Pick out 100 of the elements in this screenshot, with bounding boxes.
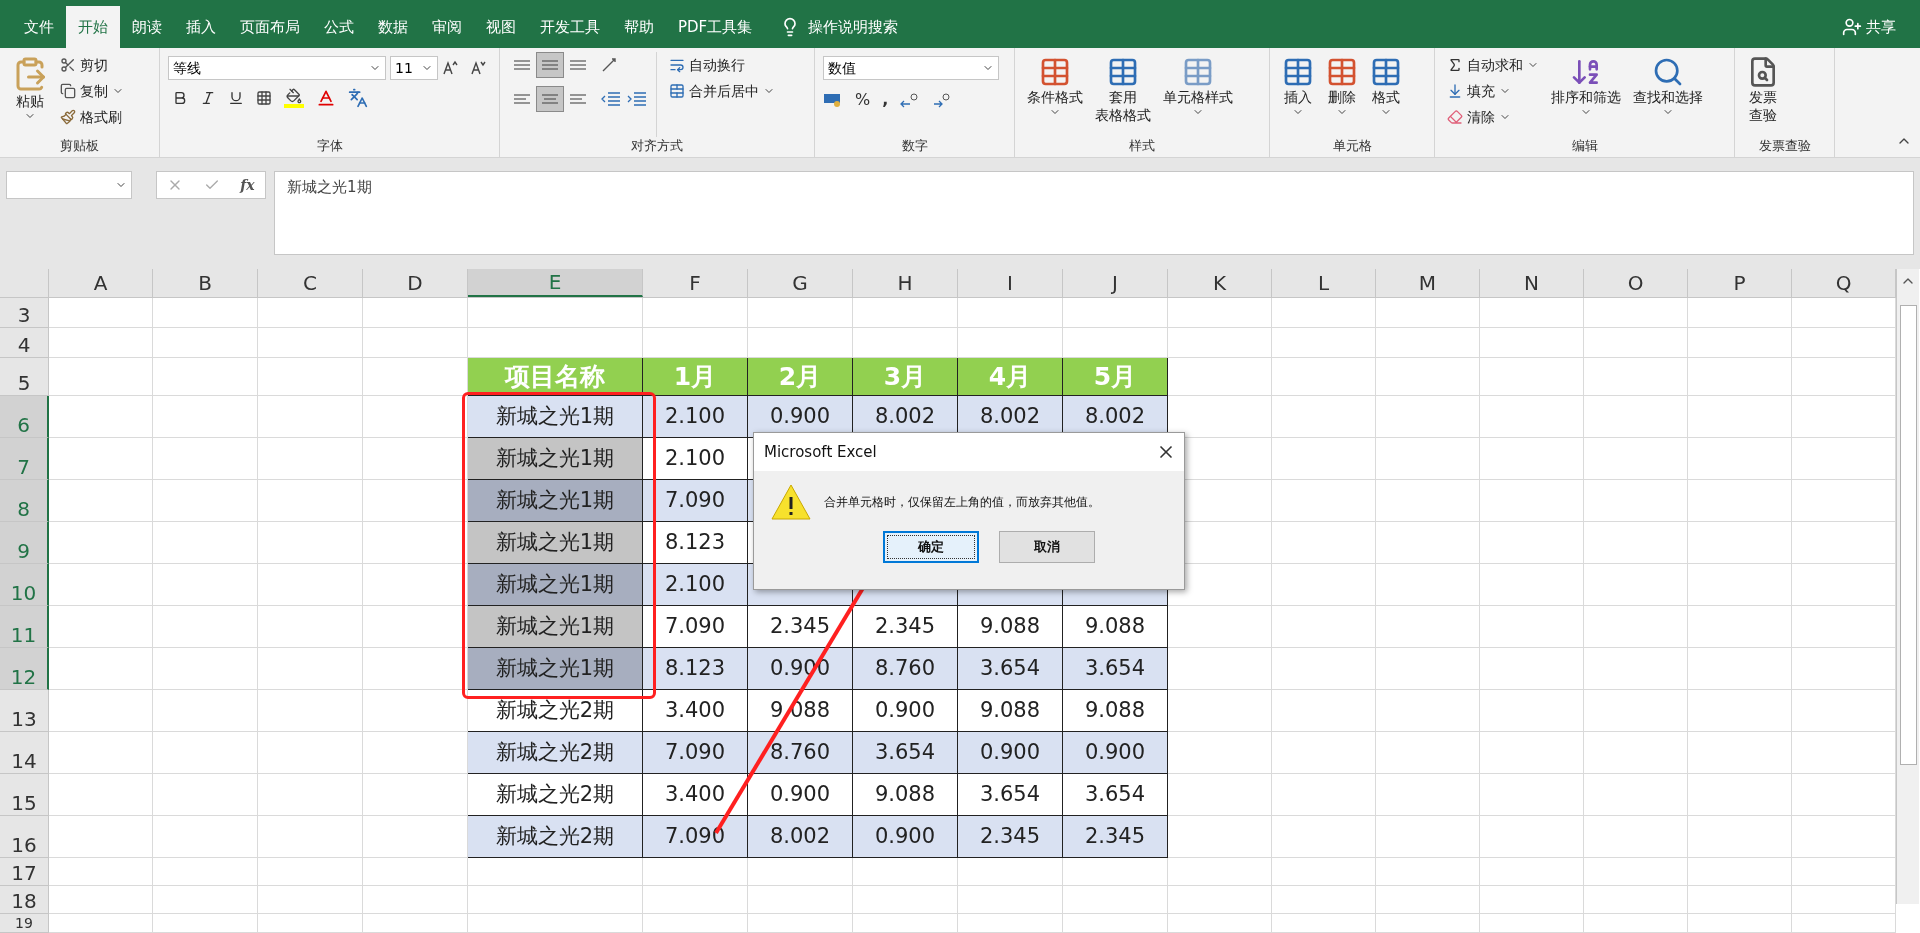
menu-tab[interactable]: 公式 <box>312 6 366 48</box>
menu-tab[interactable]: 朗读 <box>120 6 174 48</box>
column-header[interactable]: A <box>49 269 153 297</box>
merge-center-button[interactable]: 合并后居中 <box>665 78 779 104</box>
menu-tab[interactable]: 帮助 <box>612 6 666 48</box>
table-header-cell: 5月 <box>1063 358 1168 396</box>
table-cell: 2.345 <box>1063 816 1168 858</box>
column-header[interactable]: B <box>153 269 258 297</box>
phonetic-icon[interactable] <box>348 88 368 108</box>
share-button[interactable]: 共享 <box>1842 6 1896 48</box>
table-cell: 0.900 <box>853 690 958 732</box>
dialog-button[interactable]: 取消 <box>999 531 1095 563</box>
column-header[interactable]: M <box>1376 269 1480 297</box>
table-icon <box>1326 56 1358 88</box>
paste-button[interactable]: 粘贴 <box>8 52 52 137</box>
number-format-field[interactable]: 数值 <box>823 56 999 80</box>
format-painter-button[interactable]: 格式刷 <box>56 104 128 130</box>
decrease-indent-icon[interactable] <box>600 91 622 107</box>
row-header[interactable]: 5 <box>0 358 49 396</box>
row-header[interactable]: 4 <box>0 328 49 358</box>
column-header[interactable]: H <box>853 269 958 297</box>
increase-indent-icon[interactable] <box>626 91 648 107</box>
format-button[interactable]: 格式 <box>1366 52 1406 137</box>
italic-icon[interactable] <box>200 90 216 106</box>
row-header[interactable]: 11 <box>0 606 49 648</box>
column-header[interactable]: P <box>1688 269 1792 297</box>
column-header[interactable]: N <box>1480 269 1584 297</box>
row-header[interactable]: 18 <box>0 886 49 914</box>
table-cell: 8.760 <box>748 732 853 774</box>
font-size-field[interactable]: 11 <box>390 56 438 80</box>
insert-button[interactable]: 插入 <box>1278 52 1318 137</box>
clear-button[interactable]: 清除 <box>1443 104 1543 130</box>
percent-style-button[interactable]: % <box>855 88 871 112</box>
comma-style-button[interactable]: , <box>882 88 889 112</box>
wrap-text-icon <box>669 57 685 73</box>
row-header[interactable]: 10 <box>0 564 49 606</box>
column-header[interactable]: I <box>958 269 1063 297</box>
cut-button[interactable]: 剪切 <box>56 52 128 78</box>
group-label: 数字 <box>900 137 929 155</box>
column-header[interactable]: C <box>258 269 363 297</box>
bold-icon[interactable] <box>172 90 188 106</box>
menu-tab[interactable]: 视图 <box>474 6 528 48</box>
wrap-text-button[interactable]: 自动换行 <box>665 52 779 78</box>
formula-input[interactable]: 新城之光1期 <box>274 171 1914 255</box>
copy-button[interactable]: 复制 <box>56 78 128 104</box>
menu-tab[interactable]: 文件 <box>12 6 66 48</box>
font-color-icon[interactable] <box>316 88 336 108</box>
menu-tab[interactable]: PDF工具集 <box>666 6 765 48</box>
row-header[interactable]: 14 <box>0 732 49 774</box>
column-header[interactable]: J <box>1063 269 1168 297</box>
group-label: 编辑 <box>1570 137 1599 155</box>
insert-function-button[interactable]: fx <box>240 174 255 196</box>
column-header[interactable]: G <box>748 269 853 297</box>
column-header[interactable]: L <box>1272 269 1376 297</box>
fill-button[interactable]: 填充 <box>1443 78 1543 104</box>
tell-me-search[interactable]: 操作说明搜索 <box>808 15 899 39</box>
increase-decimal-icon[interactable] <box>900 92 921 108</box>
font-name-field[interactable]: 等线 <box>168 56 386 80</box>
row-header[interactable]: 17 <box>0 858 49 886</box>
dialog-button[interactable]: 确定 <box>883 531 979 563</box>
column-header[interactable]: F <box>643 269 748 297</box>
column-header[interactable]: O <box>1584 269 1688 297</box>
table-cell: 新城之光1期 <box>468 522 643 564</box>
row-header[interactable]: 12 <box>0 648 49 690</box>
row-header[interactable]: 13 <box>0 690 49 732</box>
menu-tab[interactable]: 页面布局 <box>228 6 312 48</box>
decrease-decimal-icon[interactable] <box>932 92 953 108</box>
find-select-button[interactable]: 查找和选择 <box>1629 52 1707 137</box>
column-header[interactable]: E <box>468 269 643 297</box>
row-header[interactable]: 9 <box>0 522 49 564</box>
delete-button[interactable]: 删除 <box>1322 52 1362 137</box>
conditional-formatting-button[interactable]: 条件格式 <box>1023 52 1087 137</box>
borders-icon[interactable] <box>256 90 272 106</box>
menu-tab[interactable]: 数据 <box>366 6 420 48</box>
cell-styles-button[interactable]: 单元格样式 <box>1159 52 1237 137</box>
vertical-scrollbar[interactable] <box>1896 269 1919 904</box>
column-header[interactable]: K <box>1168 269 1272 297</box>
fill-bucket-icon[interactable] <box>284 88 304 108</box>
row-header[interactable]: 8 <box>0 480 49 522</box>
row-header[interactable]: 6 <box>0 396 49 438</box>
invoice-check-button[interactable]: 发票 查验 <box>1743 52 1783 137</box>
brush-icon <box>60 109 76 125</box>
sort-filter-button[interactable]: 排序和筛选 <box>1547 52 1625 137</box>
row-header[interactable]: 15 <box>0 774 49 816</box>
table-cell: 3.654 <box>1063 648 1168 690</box>
row-header[interactable]: 7 <box>0 438 49 480</box>
format-as-table-button[interactable]: 套用 表格格式 <box>1091 52 1155 137</box>
row-header[interactable]: 19 <box>0 914 49 933</box>
autosum-button[interactable]: 自动求和 <box>1443 52 1543 78</box>
menu-tab[interactable]: 开始 <box>66 6 120 48</box>
menu-tab[interactable]: 审阅 <box>420 6 474 48</box>
menu-tab[interactable]: 插入 <box>174 6 228 48</box>
table-cell: 新城之光2期 <box>468 690 643 732</box>
underline-icon[interactable] <box>228 90 244 106</box>
row-header[interactable]: 3 <box>0 298 49 328</box>
menu-tab[interactable]: 开发工具 <box>528 6 612 48</box>
scrollbar-thumb[interactable] <box>1899 305 1917 765</box>
table-cell: 新城之光1期 <box>468 648 643 690</box>
row-header[interactable]: 16 <box>0 816 49 858</box>
currency-icon[interactable] <box>823 92 843 108</box>
